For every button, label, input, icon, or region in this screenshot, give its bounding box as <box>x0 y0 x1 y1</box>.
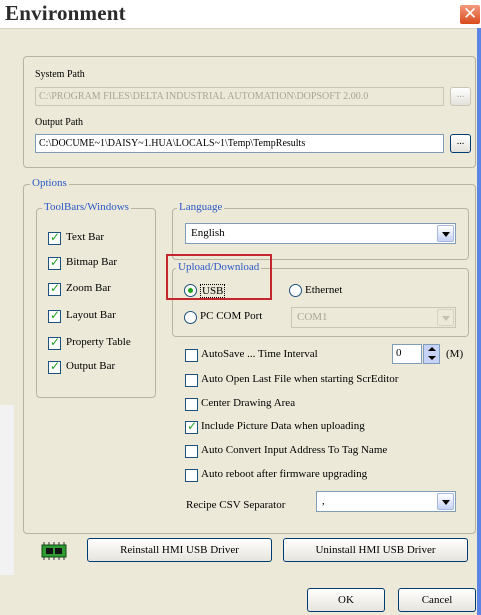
system-path-browse-button: ... <box>450 87 471 106</box>
close-button[interactable]: ✕ <box>459 4 481 25</box>
system-path-field: C:\PROGRAM FILES\DELTA INDUSTRIAL AUTOMA… <box>35 87 444 106</box>
include-picture-data-checkbox[interactable]: ✓ <box>185 419 198 434</box>
auto-reboot-checkbox[interactable] <box>185 469 198 482</box>
bitmap-bar-label: Bitmap Bar <box>66 256 118 268</box>
output-path-field[interactable]: C:\DOCUME~1\DAISY~1.HUA\LOCALS~1\Temp\Te… <box>35 134 444 153</box>
auto-open-last-file-checkbox[interactable] <box>185 374 198 387</box>
chevron-down-icon[interactable] <box>437 493 454 510</box>
check-icon: ✓ <box>187 419 198 433</box>
environment-dialog: Environment ✕ System Path C:\PROGRAM FIL… <box>0 0 481 615</box>
hmi-chip-icon <box>41 542 67 560</box>
layout-bar-label: Layout Bar <box>66 309 116 321</box>
output-path-label: Output Path <box>35 117 84 128</box>
options-title: Options <box>30 177 69 189</box>
recipe-csv-separator-select[interactable]: , <box>316 491 456 512</box>
ethernet-radio[interactable] <box>289 284 302 297</box>
background-pane <box>0 405 14 575</box>
center-drawing-area-label: Center Drawing Area <box>201 397 296 409</box>
check-icon: ✓ <box>50 255 61 269</box>
layout-bar-checkbox[interactable]: ✓ <box>48 308 61 323</box>
check-icon: ✓ <box>50 335 61 349</box>
check-icon: ✓ <box>50 281 61 295</box>
usb-highlight-annotation <box>166 254 272 300</box>
language-value: English <box>191 227 225 239</box>
center-drawing-area-checkbox[interactable] <box>185 398 198 411</box>
output-path-browse-button[interactable]: ... <box>450 134 471 153</box>
pc-com-port-label: PC COM Port <box>200 310 263 322</box>
language-title: Language <box>177 201 225 213</box>
check-icon: ✓ <box>50 230 61 244</box>
spin-up-icon <box>428 347 436 351</box>
language-select[interactable]: English <box>185 223 456 244</box>
text-bar-checkbox[interactable]: ✓ <box>48 230 61 245</box>
ethernet-label: Ethernet <box>305 284 343 296</box>
autosave-interval-input[interactable]: 0 <box>392 344 422 364</box>
ok-button[interactable]: OK <box>307 588 385 612</box>
zoom-bar-label: Zoom Bar <box>66 282 111 294</box>
toolbars-title: ToolBars/Windows <box>42 201 131 213</box>
autosave-unit: (M) <box>446 348 464 360</box>
check-icon: ✓ <box>50 359 61 373</box>
property-table-checkbox[interactable]: ✓ <box>48 335 61 350</box>
output-bar-checkbox[interactable]: ✓ <box>48 359 61 374</box>
auto-convert-address-checkbox[interactable] <box>185 445 198 458</box>
zoom-bar-checkbox[interactable]: ✓ <box>48 281 61 296</box>
bitmap-bar-checkbox[interactable]: ✓ <box>48 255 61 270</box>
check-icon: ✓ <box>50 308 61 322</box>
auto-reboot-label: Auto reboot after firmware upgrading <box>201 468 368 480</box>
uninstall-usb-driver-button[interactable]: Uninstall HMI USB Driver <box>283 538 468 562</box>
com-port-select: COM1 <box>291 307 456 328</box>
cancel-button[interactable]: Cancel <box>398 588 476 612</box>
system-path-label: System Path <box>35 69 85 80</box>
title-bar[interactable]: Environment ✕ <box>0 0 481 29</box>
chevron-down-icon[interactable] <box>437 225 454 242</box>
recipe-csv-separator-label: Recipe CSV Separator <box>186 499 286 511</box>
recipe-csv-separator-value: , <box>322 495 325 507</box>
autosave-label: AutoSave ... Time Interval <box>201 348 318 360</box>
auto-convert-address-label: Auto Convert Input Address To Tag Name <box>201 444 388 456</box>
text-bar-label: Text Bar <box>66 231 105 243</box>
property-table-label: Property Table <box>66 336 131 348</box>
spin-down-icon <box>428 356 436 360</box>
window-title: Environment <box>5 1 126 25</box>
auto-open-last-file-label: Auto Open Last File when starting ScrEdi… <box>201 373 399 385</box>
window-right-border <box>477 28 481 615</box>
com-port-value: COM1 <box>297 311 328 323</box>
output-bar-label: Output Bar <box>66 360 116 372</box>
include-picture-data-label: Include Picture Data when uploading <box>201 420 365 432</box>
reinstall-usb-driver-button[interactable]: Reinstall HMI USB Driver <box>87 538 272 562</box>
chevron-down-icon <box>437 309 454 326</box>
pc-com-port-radio[interactable] <box>184 311 197 324</box>
autosave-checkbox[interactable] <box>185 349 198 362</box>
autosave-interval-spinner[interactable] <box>423 344 440 364</box>
close-icon: ✕ <box>463 4 478 24</box>
